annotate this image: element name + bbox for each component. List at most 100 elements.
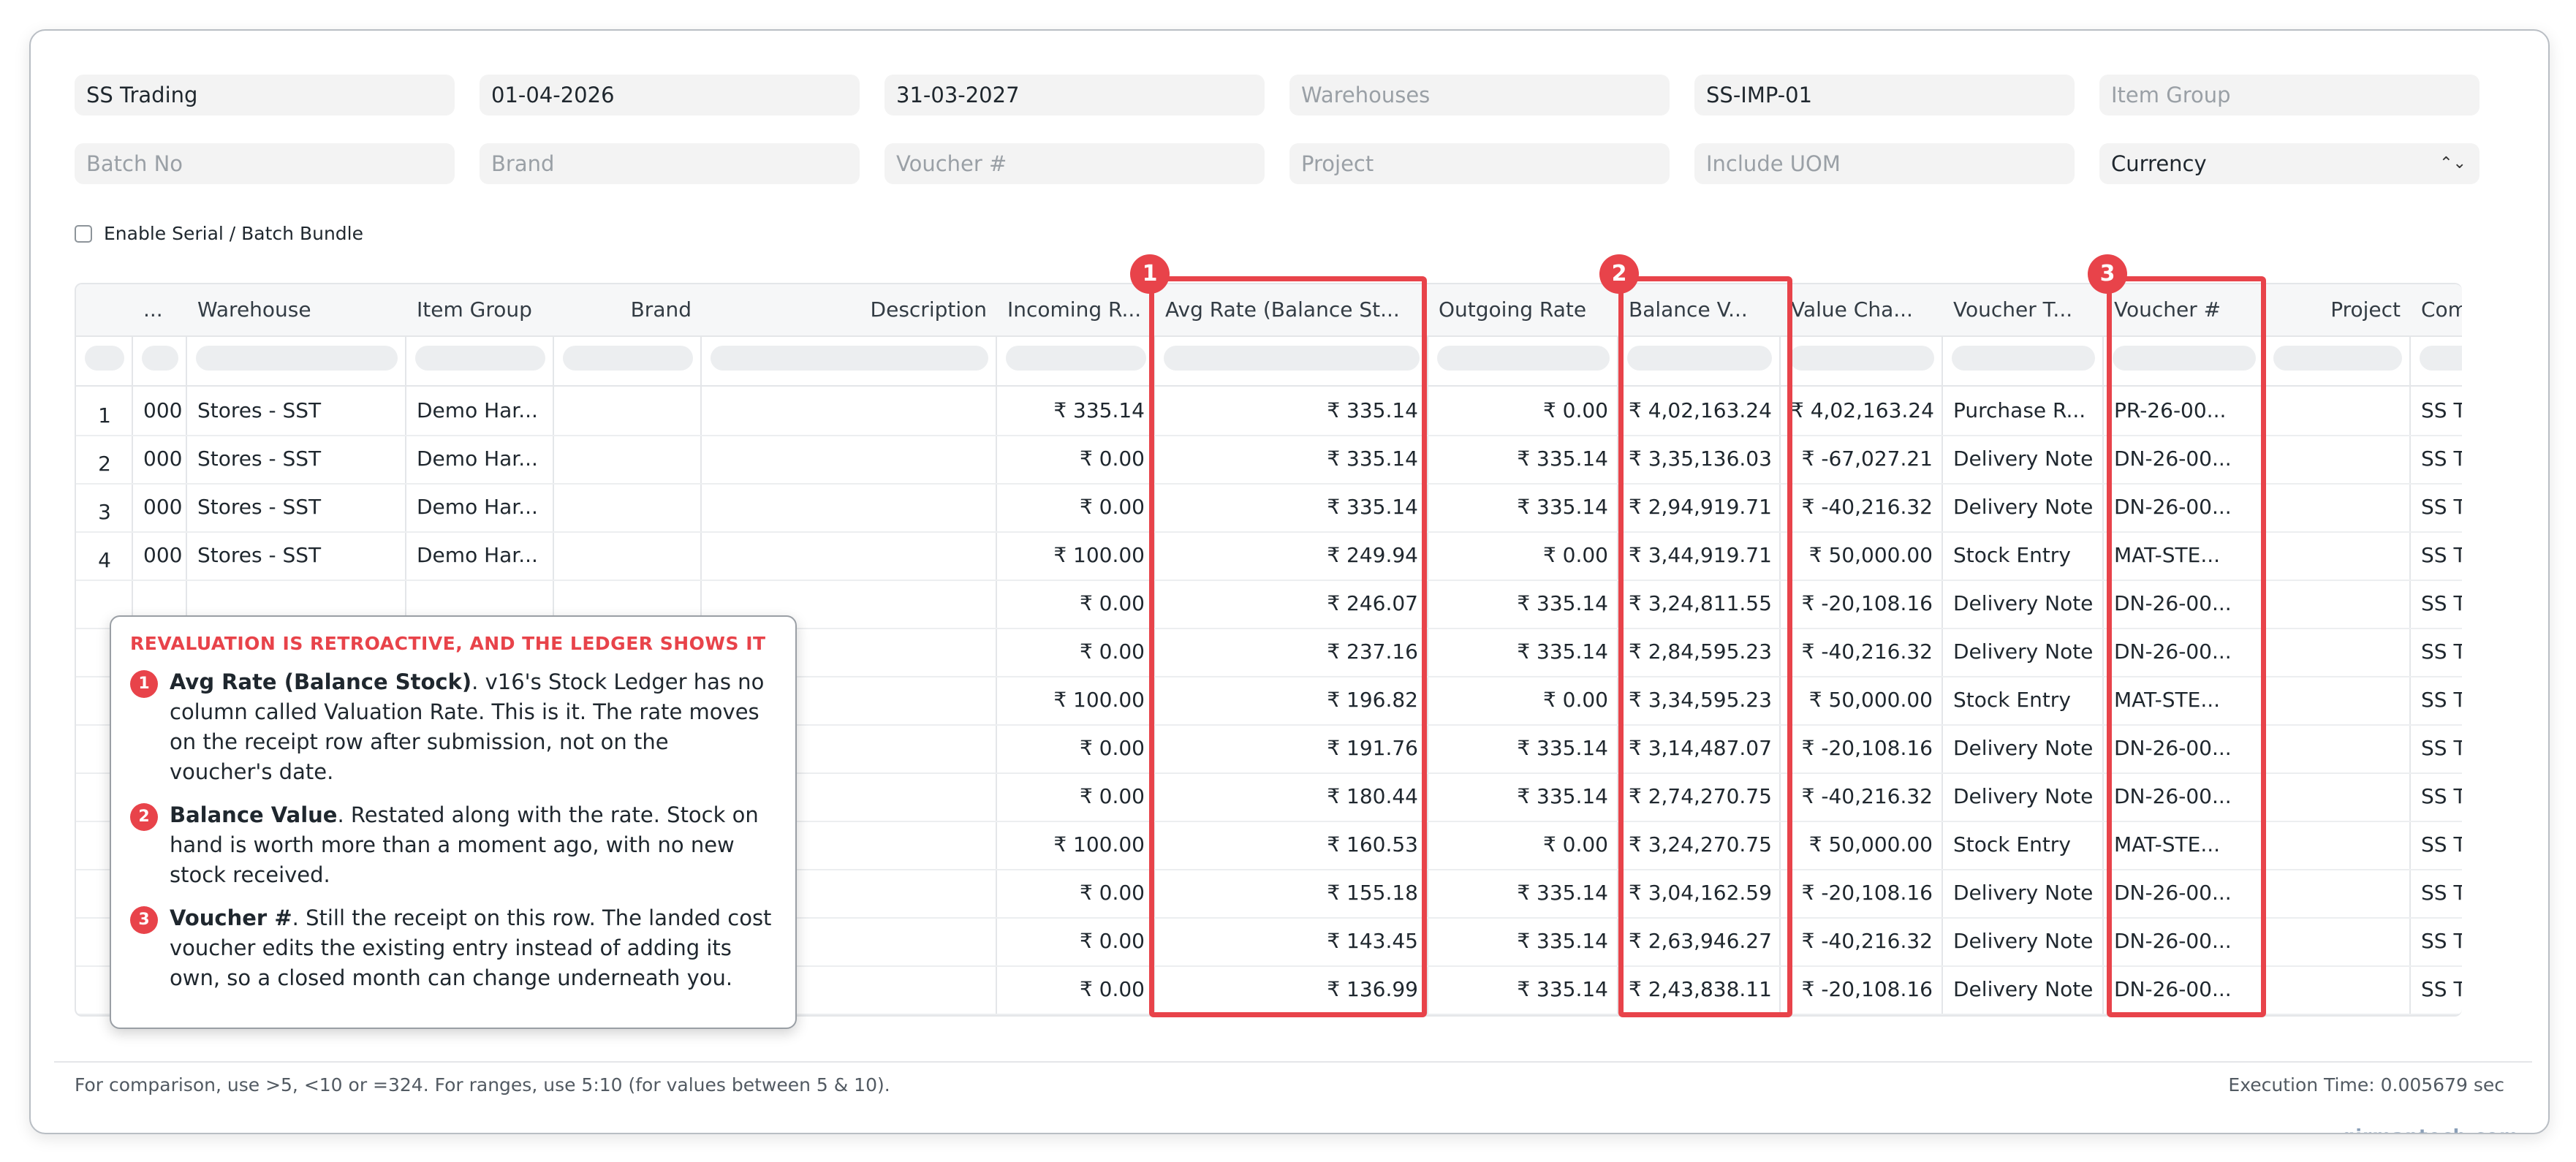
- col-voucher-type-header[interactable]: Voucher T...: [1943, 284, 2104, 335]
- col-partial-header[interactable]: ...: [133, 284, 187, 335]
- col-value-change-header[interactable]: Value Cha...: [1781, 284, 1943, 335]
- col-project-filter-input[interactable]: [2273, 346, 2402, 371]
- col-partial-cell: 000: [143, 495, 183, 519]
- watermark: girmantech.com: [2341, 1125, 2519, 1133]
- col-outgoing-rate-cell: ₹ 335.14: [1517, 736, 1608, 760]
- col-value-change-cell: ₹ 4,02,163.24: [1791, 398, 1934, 422]
- step-badge-2: 2: [1599, 254, 1639, 294]
- col-company-cell: SS Tradi: [2421, 639, 2462, 664]
- annotation-callout: REVALUATION IS RETROACTIVE, AND THE LEDG…: [110, 615, 797, 1029]
- col-incoming-rate-cell: ₹ 0.00: [1079, 881, 1145, 905]
- col-company-cell: SS Tradi: [2421, 543, 2462, 567]
- col-description-filter-input[interactable]: [711, 346, 988, 371]
- col-outgoing-rate-cell: ₹ 335.14: [1517, 929, 1608, 953]
- batch-no-field[interactable]: Batch No: [75, 143, 455, 184]
- callout-item: 2 Balance Value. Restated along with the …: [130, 800, 776, 890]
- col-item-group-cell: Demo Har...: [417, 447, 538, 471]
- col-voucher-type-cell: Delivery Note: [1953, 929, 2094, 953]
- include-uom-field[interactable]: Include UOM: [1694, 143, 2075, 184]
- col-company-header[interactable]: Company: [2411, 284, 2462, 335]
- col-outgoing-rate-cell: ₹ 335.14: [1517, 881, 1608, 905]
- row-number-cell: 1: [98, 403, 111, 428]
- step-badge-3: 3: [2088, 254, 2127, 294]
- col-voucher-type-cell: Stock Entry: [1953, 688, 2071, 712]
- col-brand-header[interactable]: Brand: [554, 284, 702, 335]
- item-group-field[interactable]: Item Group: [2099, 75, 2480, 115]
- col-value-change-cell: ₹ -40,216.32: [1801, 639, 1933, 664]
- col-incoming-rate-cell: ₹ 0.00: [1079, 977, 1145, 1001]
- col-company-cell: SS Tradi: [2421, 784, 2462, 808]
- callout-number-badge: 3: [130, 906, 158, 934]
- col-value-change-cell: ₹ -40,216.32: [1801, 929, 1933, 953]
- report-card: SS Trading 01-04-2026 31-03-2027 Warehouses…: [29, 29, 2550, 1134]
- currency-select[interactable]: Currency ⌃⌄: [2099, 143, 2480, 184]
- col-outgoing-rate-header[interactable]: Outgoing Rate: [1428, 284, 1618, 335]
- checkbox[interactable]: [75, 225, 92, 243]
- col-incoming-rate-cell: ₹ 100.00: [1053, 688, 1145, 712]
- row-number-cell: 4: [98, 548, 111, 572]
- col-partial-filter-input[interactable]: [142, 346, 178, 371]
- col-description-header[interactable]: Description: [702, 284, 997, 335]
- col-item-group-filter-input[interactable]: [415, 346, 545, 371]
- chevron-updown-icon: ⌃⌄: [2439, 154, 2466, 172]
- company-field[interactable]: SS Trading: [75, 75, 455, 115]
- callout-list: 1 Avg Rate (Balance Stock). v16's Stock L…: [130, 667, 776, 993]
- col-outgoing-rate-cell: ₹ 0.00: [1542, 398, 1608, 422]
- from-date-field-text: 01-04-2026: [491, 83, 615, 107]
- col-voucher-type-cell: Delivery Note: [1953, 447, 2094, 471]
- project-field[interactable]: Project: [1289, 143, 1670, 184]
- brand-field-text: Brand: [491, 151, 555, 176]
- row-number-cell: 2: [98, 452, 111, 476]
- brand-field[interactable]: Brand: [480, 143, 860, 184]
- item-field[interactable]: SS-IMP-01: [1694, 75, 2075, 115]
- to-date-field[interactable]: 31-03-2027: [884, 75, 1265, 115]
- step-badge-1: 1: [1130, 254, 1170, 294]
- callout-item: 3 Voucher #. Still the receipt on this ro…: [130, 903, 776, 993]
- col-project-header[interactable]: Project: [2265, 284, 2411, 335]
- col-company-cell: SS Tradi: [2421, 832, 2462, 857]
- col-partial-cell: 000: [143, 543, 183, 567]
- col-item-group-header[interactable]: Item Group: [406, 284, 554, 335]
- col-company-cell: SS Tradi: [2421, 591, 2462, 615]
- col-incoming-rate-cell: ₹ 0.00: [1079, 929, 1145, 953]
- col-outgoing-rate-cell: ₹ 335.14: [1517, 784, 1608, 808]
- col-voucher-type-cell: Stock Entry: [1953, 543, 2071, 567]
- serial-batch-toggle[interactable]: Enable Serial / Batch Bundle: [75, 222, 363, 246]
- col-company-cell: SS Tradi: [2421, 736, 2462, 760]
- col-incoming-rate-filter-input[interactable]: [1006, 346, 1146, 371]
- checkbox-label: Enable Serial / Batch Bundle: [104, 223, 364, 244]
- footer-divider: [54, 1061, 2532, 1063]
- col-voucher-type-filter-input[interactable]: [1952, 346, 2095, 371]
- col-item-group-cell: Demo Har...: [417, 495, 538, 519]
- col-voucher-type-cell: Delivery Note: [1953, 736, 2094, 760]
- company-field-text: SS Trading: [86, 83, 198, 107]
- col-company-cell: SS Tradi: [2421, 929, 2462, 953]
- col-incoming-rate-header[interactable]: Incoming R...: [997, 284, 1155, 335]
- col-voucher-type-cell: Purchase R...: [1953, 398, 2086, 422]
- col-warehouse-cell: Stores - SST: [197, 447, 322, 471]
- col-warehouse-header[interactable]: Warehouse: [187, 284, 406, 335]
- warehouse-field[interactable]: Warehouses: [1289, 75, 1670, 115]
- from-date-field[interactable]: 01-04-2026: [480, 75, 860, 115]
- col-outgoing-rate-cell: ₹ 0.00: [1542, 688, 1608, 712]
- col-company-filter-input[interactable]: [2420, 346, 2462, 371]
- col-value-change-filter-input[interactable]: [1789, 346, 1934, 371]
- col-outgoing-rate-cell: ₹ 335.14: [1517, 591, 1608, 615]
- col-outgoing-rate-filter-input[interactable]: [1437, 346, 1610, 371]
- col-value-change-cell: ₹ -20,108.16: [1801, 736, 1933, 760]
- col-incoming-rate-cell: ₹ 0.00: [1079, 447, 1145, 471]
- col-incoming-rate-cell: ₹ 0.00: [1079, 639, 1145, 664]
- col-value-change-cell: ₹ 50,000.00: [1808, 543, 1933, 567]
- col-company-cell: SS Tradi: [2421, 447, 2462, 471]
- col-value-change-cell: ₹ -20,108.16: [1801, 977, 1933, 1001]
- col-voucher-type-cell: Delivery Note: [1953, 495, 2094, 519]
- warehouse-field-text: Warehouses: [1301, 83, 1431, 107]
- col-warehouse-cell: Stores - SST: [197, 543, 322, 567]
- item-group-field-text: Item Group: [2111, 83, 2231, 107]
- row-number-filter-input[interactable]: [85, 346, 124, 371]
- col-outgoing-rate-cell: ₹ 335.14: [1517, 639, 1608, 664]
- col-warehouse-filter-input[interactable]: [196, 346, 398, 371]
- voucher-no-field[interactable]: Voucher #: [884, 143, 1265, 184]
- currency-select-text: Currency: [2111, 151, 2207, 176]
- col-brand-filter-input[interactable]: [563, 346, 693, 371]
